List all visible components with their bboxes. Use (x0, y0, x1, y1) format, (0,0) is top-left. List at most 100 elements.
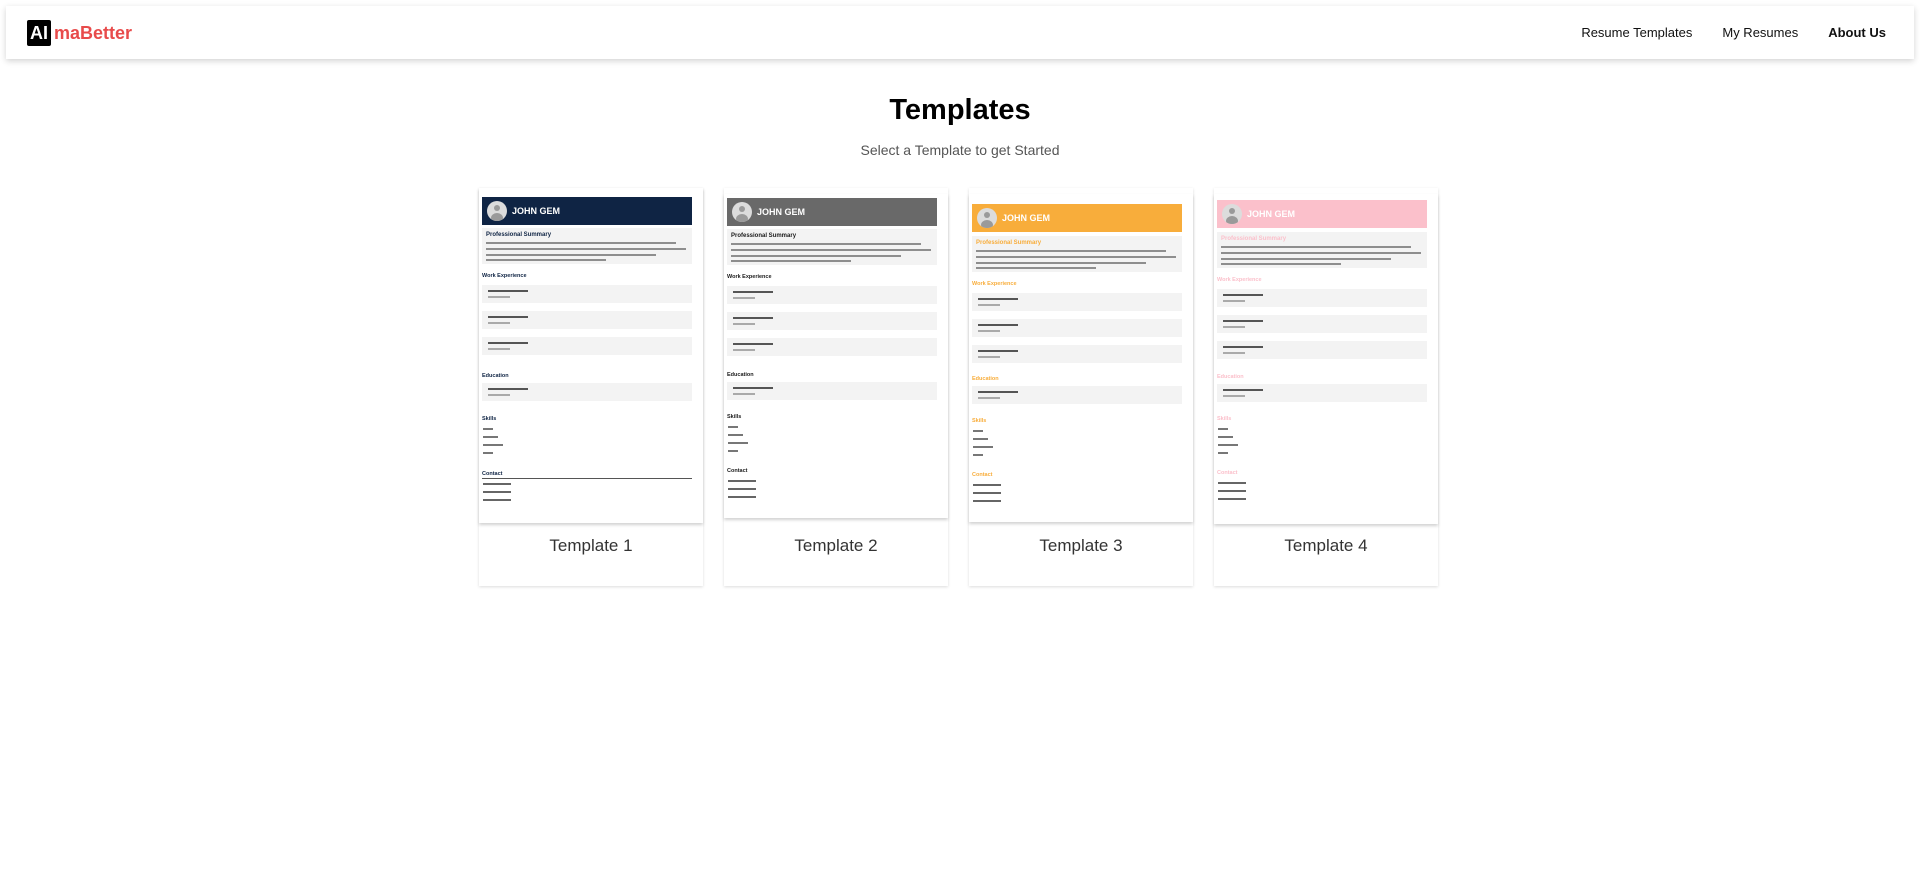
entry-date-line (488, 394, 510, 396)
resume-preview[interactable]: JOHN GEM Professional Summary Work Experie… (969, 194, 1193, 522)
entry-title-line (733, 343, 773, 345)
experience-entry (972, 319, 1182, 337)
avatar-icon (1222, 204, 1242, 224)
experience-entry (1217, 315, 1427, 333)
page-title: Templates (889, 94, 1031, 126)
summary-box: Professional Summary (1217, 232, 1427, 268)
skill-item (1218, 436, 1233, 438)
experience-entry (482, 337, 692, 355)
skill-item (728, 450, 738, 452)
contact-item (973, 500, 1001, 502)
experience-entry (727, 338, 937, 356)
section-education: Education (1217, 374, 1244, 380)
contact-item (1218, 498, 1246, 500)
entry-date-line (978, 397, 1000, 399)
section-education: Education (727, 372, 754, 378)
entry-title-line (488, 388, 528, 390)
section-contact: Contact (727, 468, 748, 474)
contact-item (1218, 490, 1246, 492)
resume-header: JOHN GEM (1217, 200, 1427, 228)
resume-preview[interactable]: JOHN GEM Professional Summary Work Experie… (724, 194, 948, 518)
resume-name: JOHN GEM (1247, 209, 1296, 219)
template-title[interactable]: Template 1 (479, 536, 703, 556)
entry-title-line (978, 350, 1018, 352)
contact-item (728, 496, 756, 498)
entry-date-line (488, 348, 510, 350)
contact-divider (482, 478, 692, 479)
summary-text-line (731, 255, 901, 257)
entry-date-line (978, 304, 1000, 306)
contact-item (483, 483, 511, 485)
nav-menu: Resume Templates My Resumes About Us (1551, 6, 1886, 59)
section-skills: Skills (1217, 416, 1232, 422)
template-card[interactable]: JOHN GEM Professional Summary Work Experie… (479, 188, 703, 586)
template-title[interactable]: Template 3 (969, 536, 1193, 556)
experience-entry (482, 285, 692, 303)
template-card[interactable]: JOHN GEM Professional Summary Work Experie… (1214, 188, 1438, 586)
nav-resume-templates[interactable]: Resume Templates (1581, 25, 1692, 40)
summary-text-line (976, 262, 1146, 264)
summary-text-line (486, 242, 676, 244)
section-work-experience: Work Experience (972, 281, 1017, 287)
resume-preview[interactable]: JOHN GEM Professional Summary Work Experie… (1214, 194, 1438, 524)
contact-item (973, 492, 1001, 494)
experience-entry (727, 286, 937, 304)
entry-title-line (1223, 294, 1263, 296)
skill-item (483, 444, 503, 446)
summary-title: Professional Summary (1221, 236, 1287, 242)
summary-text-line (1221, 252, 1421, 254)
entry-date-line (978, 356, 1000, 358)
skill-item (1218, 452, 1228, 454)
experience-entry (482, 311, 692, 329)
resume-name: JOHN GEM (1002, 213, 1051, 223)
template-card[interactable]: JOHN GEM Professional Summary Work Experie… (969, 188, 1193, 586)
contact-item (483, 499, 511, 501)
contact-item (483, 491, 511, 493)
entry-title-line (488, 290, 528, 292)
section-contact: Contact (972, 472, 993, 478)
summary-text-line (976, 250, 1166, 252)
experience-entry (972, 345, 1182, 363)
skill-item (973, 446, 993, 448)
entry-date-line (978, 330, 1000, 332)
experience-entry (1217, 341, 1427, 359)
page-subtitle: Select a Template to get Started (860, 142, 1060, 158)
entry-title-line (488, 342, 528, 344)
skill-item (1218, 428, 1228, 430)
education-entry (1217, 384, 1427, 402)
experience-entry (1217, 289, 1427, 307)
template-title[interactable]: Template 4 (1214, 536, 1438, 556)
entry-date-line (488, 296, 510, 298)
skill-item (728, 426, 738, 428)
skill-item (973, 454, 983, 456)
summary-title: Professional Summary (486, 232, 552, 238)
entry-date-line (733, 393, 755, 395)
contact-item (973, 484, 1001, 486)
resume-preview[interactable]: JOHN GEM Professional Summary Work Experie… (479, 188, 703, 523)
entry-date-line (733, 323, 755, 325)
section-education: Education (972, 376, 999, 382)
nav-about-us[interactable]: About Us (1828, 25, 1886, 40)
summary-text-line (486, 254, 656, 256)
avatar-icon (977, 208, 997, 228)
entry-date-line (733, 297, 755, 299)
entry-title-line (1223, 389, 1263, 391)
entry-date-line (1223, 352, 1245, 354)
entry-date-line (1223, 300, 1245, 302)
entry-title-line (1223, 346, 1263, 348)
resume-name: JOHN GEM (757, 207, 806, 217)
template-title[interactable]: Template 2 (724, 536, 948, 556)
brand-logo[interactable]: AI maBetter (27, 20, 132, 46)
template-card[interactable]: JOHN GEM Professional Summary Work Experie… (724, 188, 948, 586)
summary-text-line (976, 267, 1096, 269)
summary-box: Professional Summary (972, 236, 1182, 272)
nav-my-resumes[interactable]: My Resumes (1722, 25, 1798, 40)
resume-name: JOHN GEM (512, 206, 561, 216)
section-work-experience: Work Experience (727, 274, 772, 280)
summary-text-line (731, 243, 921, 245)
section-work-experience: Work Experience (482, 273, 527, 279)
skill-item (1218, 444, 1238, 446)
entry-date-line (488, 322, 510, 324)
summary-box: Professional Summary (482, 228, 692, 264)
skill-item (728, 434, 743, 436)
